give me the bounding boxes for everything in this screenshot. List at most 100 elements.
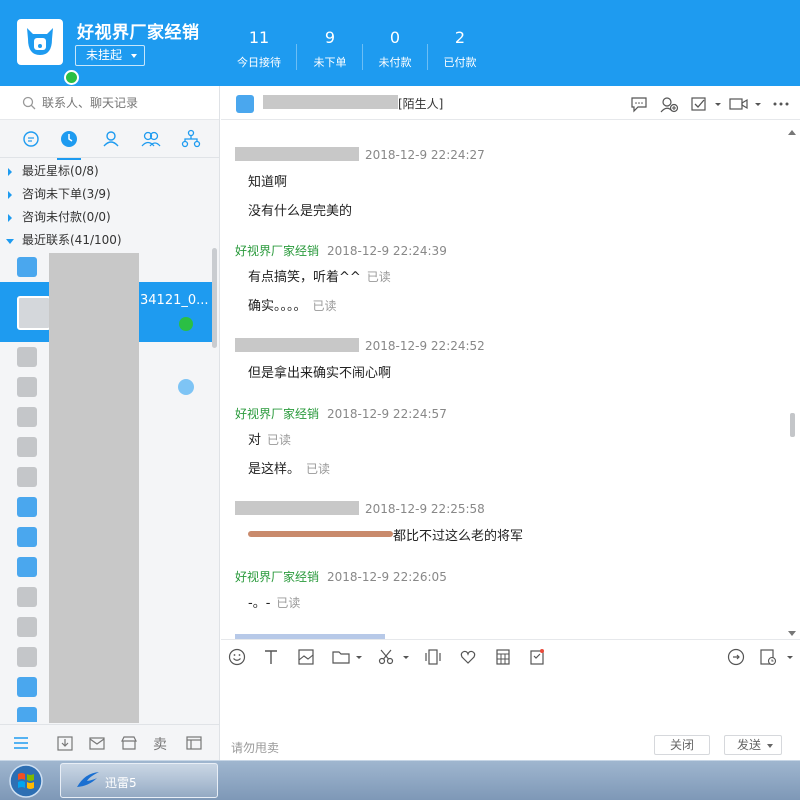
tab-messages[interactable] [20, 128, 42, 150]
stat-value: 11 [248, 28, 270, 47]
more-icon[interactable] [771, 95, 791, 113]
tab-organization[interactable] [180, 128, 202, 150]
chevron-down-icon [131, 54, 137, 58]
video-call-icon[interactable] [728, 95, 750, 113]
message-text[interactable]: 是这样。 已读 [248, 458, 330, 477]
message-body: 没有什么是完美的 [248, 204, 353, 219]
font-icon[interactable] [261, 647, 281, 667]
quick-reply-icon[interactable] [726, 647, 746, 667]
message-text[interactable]: 但是拿出来确实不闹心啊 [248, 362, 391, 381]
redacted-text-scribble [248, 531, 393, 537]
message-text[interactable]: 确实。。。。 已读 [248, 295, 337, 314]
message-header: 好视界厂家经销 2018-12-9 22:24:57 [235, 405, 447, 422]
scroll-up-arrow-icon[interactable] [788, 130, 796, 135]
chevron-down-icon[interactable] [785, 647, 795, 667]
stat-value: 2 [454, 28, 466, 47]
redacted-contact-names [49, 253, 139, 723]
message-time: 2018-12-9 22:24:39 [327, 244, 447, 258]
online-check-icon [64, 70, 79, 85]
calculator-icon[interactable] [493, 647, 513, 667]
tab-recent[interactable] [57, 128, 81, 160]
message-header: 好视界厂家经销 2018-12-9 22:24:39 [235, 242, 447, 259]
shop-icon[interactable] [120, 734, 138, 752]
message-body: 但是拿出来确实不闹心啊 [248, 366, 392, 381]
avatar [17, 527, 37, 547]
avatar [17, 437, 37, 457]
contact-list-scrollbar[interactable] [212, 248, 217, 348]
group-starred[interactable]: 最近星标(0/8) [0, 160, 212, 183]
message-text[interactable]: 都比不过这么老的将军 [248, 525, 523, 544]
message-text[interactable]: 知道啊 [248, 171, 287, 190]
contact-search-bar [0, 86, 219, 120]
mail-icon[interactable] [88, 734, 106, 752]
chat-history-icon[interactable] [629, 95, 649, 113]
emoji-icon[interactable] [227, 647, 247, 667]
stat-not-ordered[interactable]: 9 未下单 [297, 29, 363, 70]
stat-unpaid[interactable]: 0 未付款 [362, 29, 428, 70]
cow-logo-icon [27, 28, 53, 55]
message-text[interactable]: 没有什么是完美的 [248, 200, 352, 219]
hangup-status-dropdown[interactable]: 未挂起 [75, 45, 145, 66]
message-text[interactable]: 有点搞笑，听着^^ 已读 [248, 266, 391, 285]
history-icon[interactable] [758, 647, 778, 667]
tab-contacts[interactable] [100, 128, 122, 150]
send-button[interactable]: 发送 [724, 735, 782, 755]
avatar [17, 677, 37, 697]
contact-name: 34121_0... [140, 293, 209, 308]
avatar [17, 497, 37, 517]
stat-label: 今日接待 [237, 56, 281, 69]
stat-today-received[interactable]: 11 今日接待 [226, 29, 292, 70]
task-check-icon[interactable] [689, 95, 709, 113]
read-status: 已读 [267, 433, 292, 447]
read-status: 已读 [276, 596, 301, 610]
shop-logo[interactable] [17, 19, 79, 85]
chevron-down-icon [767, 744, 773, 748]
add-contact-icon[interactable] [659, 95, 679, 113]
group-unpaid[interactable]: 咨询未付款(0/0) [0, 206, 212, 229]
coupon-icon[interactable] [527, 647, 547, 667]
message-text[interactable]: -。- 已读 [248, 592, 300, 611]
redacted-sender [235, 501, 359, 515]
taskbar-item-xunlei[interactable]: 迅雷5 [60, 763, 218, 798]
group-recent[interactable]: 最近联系(41/100) [0, 229, 212, 252]
redacted-sender [235, 147, 359, 161]
stat-paid[interactable]: 2 已付款 [427, 29, 493, 70]
download-icon[interactable] [56, 734, 74, 752]
search-icon [22, 96, 36, 110]
group-label: 咨询未下单(3/9) [22, 187, 111, 201]
window-icon[interactable] [185, 734, 203, 752]
contact-search-input[interactable] [42, 94, 212, 112]
chevron-down-icon[interactable] [401, 647, 411, 667]
sell-icon[interactable]: 卖 [152, 734, 170, 752]
message-composer[interactable] [229, 674, 789, 732]
avatar [17, 257, 37, 277]
message-text[interactable]: 对已读 [248, 429, 291, 448]
heart-icon[interactable] [458, 647, 478, 667]
scroll-down-arrow-icon[interactable] [788, 631, 796, 636]
group-not-ordered[interactable]: 咨询未下单(3/9) [0, 183, 212, 206]
message-body: 确实。。。。 [248, 299, 307, 314]
windows-start-icon[interactable] [4, 763, 48, 799]
folder-icon[interactable] [331, 647, 351, 667]
vibrate-icon[interactable] [423, 647, 443, 667]
menu-icon[interactable] [12, 734, 30, 752]
scissors-icon[interactable] [376, 647, 396, 667]
chevron-down-icon[interactable] [713, 95, 723, 113]
stat-label: 未付款 [378, 56, 412, 69]
chevron-down-icon[interactable] [753, 95, 763, 113]
message-scrollbar[interactable] [790, 413, 795, 437]
tab-groups[interactable] [140, 128, 162, 150]
composer-area: 请勿甩卖 关闭 发送 [221, 639, 800, 760]
read-status: 已读 [366, 270, 391, 284]
stat-label: 已付款 [443, 56, 477, 69]
message-body: 都比不过这么老的将军 [393, 529, 524, 544]
read-status: 已读 [306, 462, 331, 476]
check-icon [179, 317, 193, 331]
close-button[interactable]: 关闭 [654, 735, 710, 755]
image-icon[interactable] [296, 647, 316, 667]
stat-value: 0 [389, 28, 401, 47]
chevron-down-icon[interactable] [354, 647, 364, 667]
avatar [17, 296, 51, 330]
windows-taskbar: 迅雷5 [0, 760, 800, 800]
group-icon [141, 131, 161, 147]
